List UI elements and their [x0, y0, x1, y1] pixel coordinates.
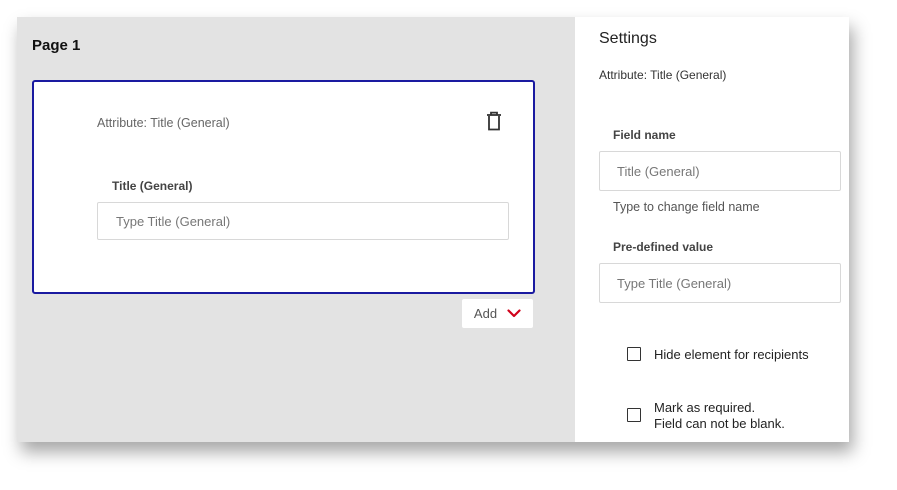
form-canvas: Page 1 Attribute: Title (General) Title … — [17, 17, 575, 442]
title-field-input[interactable] — [97, 202, 509, 240]
mark-required-checkbox[interactable] — [627, 408, 641, 422]
field-name-input[interactable] — [599, 151, 841, 191]
page-title: Page 1 — [32, 37, 81, 54]
settings-attribute-label: Attribute: Title (General) — [599, 68, 727, 82]
chevron-down-icon — [507, 309, 521, 318]
trash-icon[interactable] — [484, 110, 504, 132]
settings-title: Settings — [599, 30, 657, 47]
settings-panel: Settings Attribute: Title (General) Fiel… — [575, 17, 849, 442]
title-field-label: Title (General) — [112, 179, 193, 193]
mark-required-option[interactable]: Mark as required. Field can not be blank… — [627, 400, 785, 432]
field-name-hint: Type to change field name — [613, 200, 760, 214]
card-attribute-label: Attribute: Title (General) — [97, 116, 230, 130]
predefined-value-input[interactable] — [599, 263, 841, 303]
predefined-value-label: Pre-defined value — [613, 240, 714, 254]
add-button-label: Add — [473, 306, 498, 321]
mark-required-label-line1: Mark as required. — [654, 400, 756, 415]
form-element-card[interactable]: Attribute: Title (General) Title (Genera… — [32, 80, 535, 294]
form-builder-window: Page 1 Attribute: Title (General) Title … — [17, 17, 849, 442]
mark-required-text: Mark as required. Field can not be blank… — [654, 400, 785, 432]
hide-element-label: Hide element for recipients — [654, 347, 809, 362]
hide-element-checkbox[interactable] — [627, 347, 641, 361]
hide-element-option[interactable]: Hide element for recipients — [627, 347, 809, 363]
mark-required-label-line2: Field can not be blank. — [654, 416, 785, 431]
add-button[interactable]: Add — [462, 299, 533, 328]
hide-element-text: Hide element for recipients — [654, 347, 809, 363]
field-name-label: Field name — [613, 128, 676, 142]
